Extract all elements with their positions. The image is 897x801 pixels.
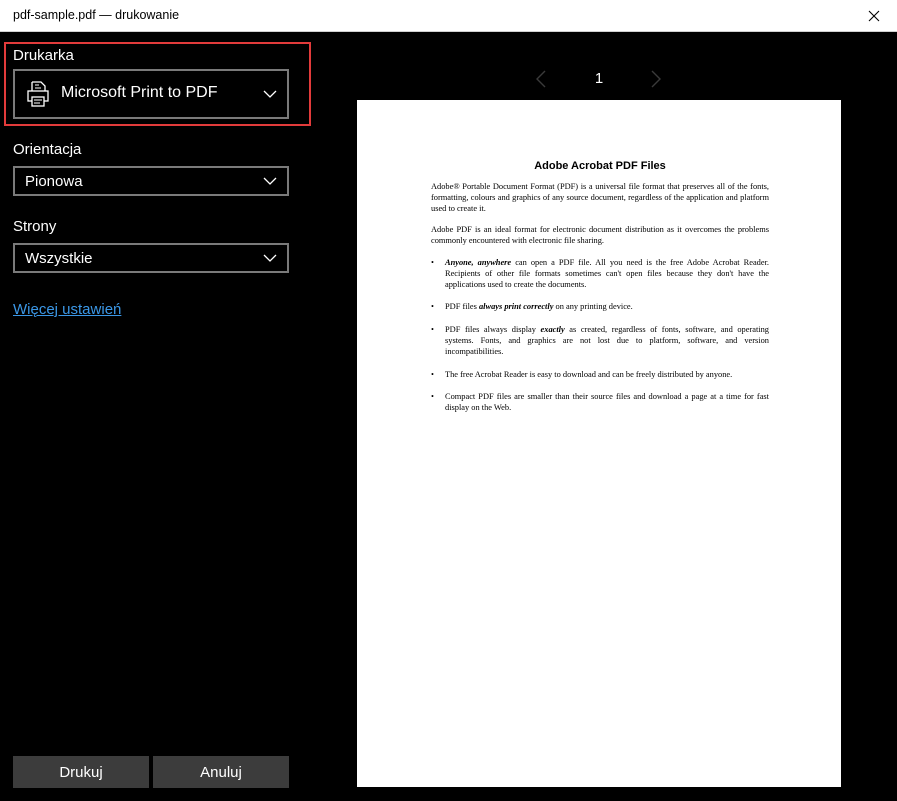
list-item-text: PDF files always display [445, 325, 541, 335]
bullet-glyph: • [431, 257, 434, 267]
printer-value: Microsoft Print to PDF [61, 84, 218, 101]
chevron-left-icon[interactable] [536, 70, 546, 88]
emphasis: Anyone, anywhere [445, 257, 512, 267]
list-item-text: The free Acrobat Reader is easy to downl… [445, 369, 733, 379]
document-title: Adobe Acrobat PDF Files [534, 160, 666, 172]
pages-label: Strony [13, 218, 57, 235]
emphasis: exactly [540, 325, 565, 335]
chevron-right-icon[interactable] [651, 70, 661, 88]
chevron-down-icon [263, 254, 277, 262]
list-item-text: on any printing device. [553, 302, 633, 312]
document-paragraph: Adobe® Portable Document Format (PDF) is… [431, 182, 769, 213]
preview-panel: 1 Adobe Acrobat PDF Files Adobe® Portabl… [302, 32, 897, 801]
print-button[interactable]: Drukuj [13, 756, 149, 788]
settings-panel: Drukarka Microsoft Print to PDF Orientac… [0, 32, 311, 801]
printer-select[interactable]: Microsoft Print to PDF [13, 69, 289, 119]
orientation-label: Orientacja [13, 141, 82, 158]
orientation-value: Pionowa [25, 172, 83, 190]
list-item: • Compact PDF files are smaller than the… [431, 392, 769, 414]
more-settings-link[interactable]: Więcej ustawień [13, 301, 121, 318]
pages-value: Wszystkie [25, 249, 93, 267]
chevron-down-icon [263, 177, 277, 185]
document-content: Adobe Acrobat PDF Files Adobe® Portable … [431, 160, 769, 426]
list-item: • PDF files always print correctly on an… [431, 302, 769, 313]
chevron-down-icon [263, 90, 277, 98]
document-paragraph: Adobe PDF is an ideal format for electro… [431, 225, 769, 246]
title-bar: pdf-sample.pdf — drukowanie [0, 0, 897, 32]
emphasis: always print correctly [478, 302, 554, 312]
pages-select[interactable]: Wszystkie [13, 243, 289, 273]
document-bullet-list: • Anyone, anywhere can open a PDF file. … [431, 258, 769, 414]
list-item: • PDF files always display exactly as cr… [431, 325, 769, 357]
list-item-text: PDF files [445, 302, 479, 312]
bullet-glyph: • [431, 392, 434, 402]
list-item-text: Compact PDF files are smaller than their… [445, 392, 769, 413]
window-title: pdf-sample.pdf — drukowanie [13, 8, 180, 22]
close-button[interactable] [851, 0, 897, 31]
bullet-glyph: • [431, 302, 434, 312]
bullet-glyph: • [431, 325, 434, 335]
cancel-button[interactable]: Anuluj [153, 756, 289, 788]
list-item: • The free Acrobat Reader is easy to dow… [431, 370, 769, 381]
orientation-select[interactable]: Pionowa [13, 166, 289, 196]
list-item: • Anyone, anywhere can open a PDF file. … [431, 258, 769, 290]
bullet-glyph: • [431, 369, 434, 379]
printer-icon [27, 81, 49, 107]
page-number: 1 [594, 70, 604, 87]
preview-page: Adobe Acrobat PDF Files Adobe® Portable … [357, 100, 841, 787]
printer-label: Drukarka [13, 47, 74, 64]
close-icon [868, 10, 880, 21]
